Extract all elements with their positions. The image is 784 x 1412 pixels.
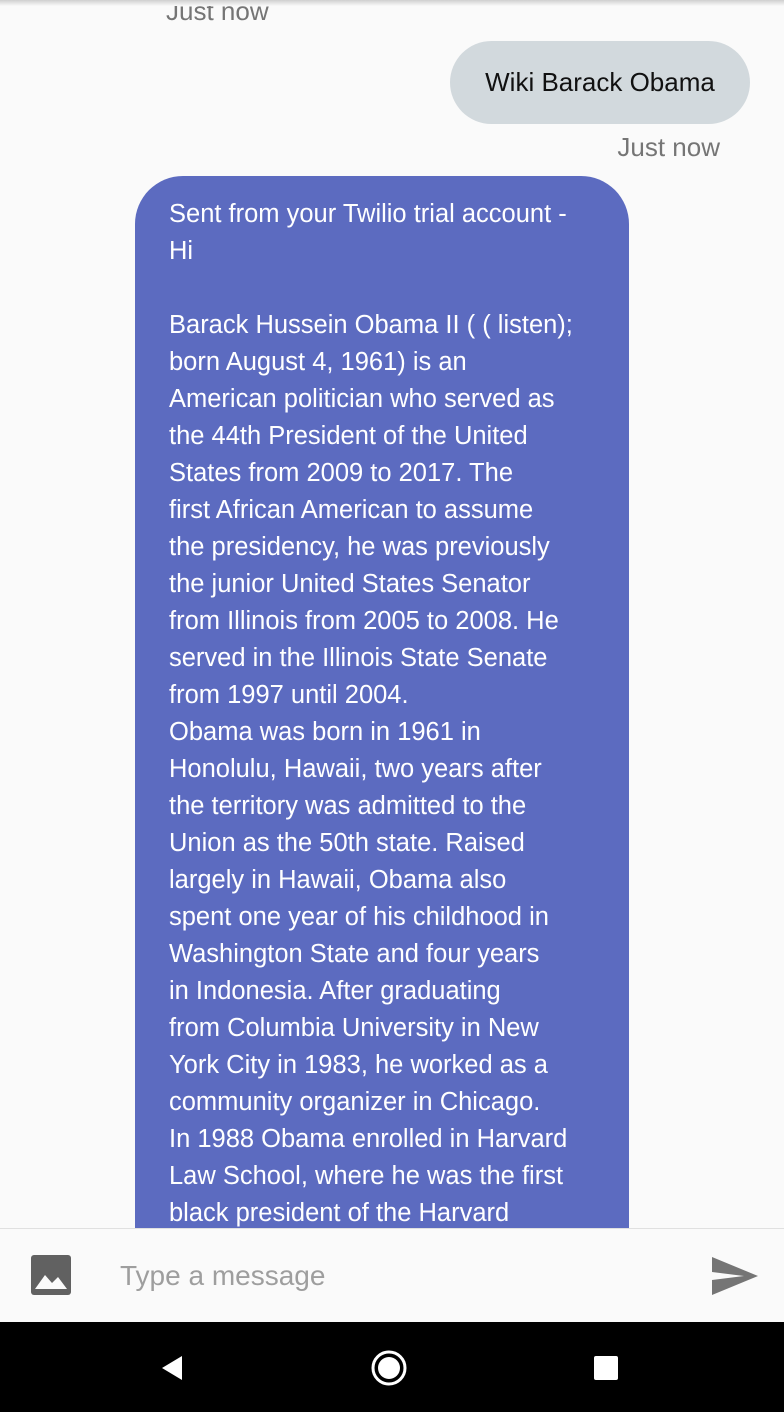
outgoing-message-bubble[interactable]: Wiki Barack Obama bbox=[450, 41, 750, 124]
nav-home-button[interactable] bbox=[369, 1348, 409, 1388]
image-icon bbox=[31, 1255, 71, 1295]
message-input[interactable] bbox=[110, 1249, 690, 1303]
back-triangle-icon bbox=[162, 1356, 182, 1380]
nav-back-button[interactable] bbox=[152, 1348, 192, 1388]
send-icon bbox=[712, 1257, 758, 1295]
nav-recents-button[interactable] bbox=[586, 1348, 626, 1388]
incoming-message-text: Sent from your Twilio trial account - Hi… bbox=[169, 200, 573, 1227]
system-navigation-bar bbox=[0, 1322, 784, 1412]
top-shadow-divider bbox=[0, 0, 784, 6]
home-circle-icon bbox=[371, 1350, 407, 1386]
outgoing-message-timestamp: Just now bbox=[617, 132, 720, 162]
message-composer bbox=[0, 1228, 784, 1322]
send-button[interactable] bbox=[710, 1255, 760, 1297]
recents-square-icon bbox=[594, 1356, 618, 1380]
attach-image-button[interactable] bbox=[31, 1255, 71, 1295]
outgoing-message-text: Wiki Barack Obama bbox=[485, 67, 715, 97]
message-list[interactable]: Just now Wiki Barack Obama Just now Sent… bbox=[0, 0, 784, 1228]
incoming-message-bubble[interactable]: Sent from your Twilio trial account - Hi… bbox=[135, 176, 629, 1228]
